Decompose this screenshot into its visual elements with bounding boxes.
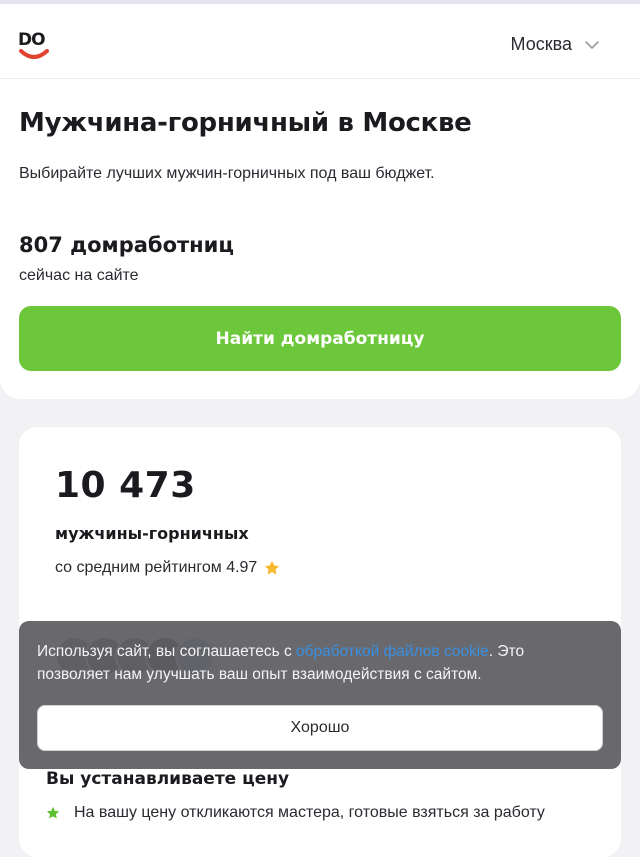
site-header: DO Москва bbox=[0, 4, 640, 79]
stats-label: мужчины-горничных bbox=[55, 524, 249, 543]
city-label: Москва bbox=[510, 34, 572, 54]
stats-rating: со средним рейтингом 4.97 bbox=[55, 559, 281, 577]
chevron-down-icon bbox=[585, 40, 599, 49]
cookie-text-before: Используя сайт, вы соглашаетесь с bbox=[37, 643, 297, 660]
rating-text: со средним рейтингом 4.97 bbox=[55, 559, 258, 576]
workers-count: 807 домработниц bbox=[19, 233, 234, 257]
cookie-text: Используя сайт, вы соглашаетесь с обрабо… bbox=[37, 640, 597, 686]
workers-count-caption: сейчас на сайте bbox=[19, 267, 139, 284]
green-star-icon bbox=[46, 806, 60, 819]
price-feature: На вашу цену откликаются мастера, готовы… bbox=[46, 804, 545, 822]
stats-number: 10 473 bbox=[55, 465, 196, 506]
city-selector[interactable]: Москва bbox=[511, 34, 600, 55]
cookie-accept-button[interactable]: Хорошо bbox=[37, 705, 603, 751]
page-subtitle: Выбирайте лучших мужчин-горничных под ва… bbox=[19, 165, 435, 182]
price-section-title: Вы устанавливаете цену bbox=[46, 769, 290, 789]
logo-text: DO bbox=[18, 30, 46, 50]
star-icon bbox=[265, 560, 280, 575]
cookie-policy-link[interactable]: обработкой файлов cookie bbox=[296, 643, 489, 660]
find-housekeeper-button[interactable]: Найти домработницу bbox=[19, 306, 621, 371]
page-title: Мужчина-горничный в Москве bbox=[19, 108, 472, 138]
site-logo[interactable]: DO bbox=[18, 30, 52, 64]
price-feature-text: На вашу цену откликаются мастера, готовы… bbox=[74, 804, 545, 821]
logo-smile-icon bbox=[19, 49, 49, 59]
cookie-banner: Используя сайт, вы соглашаетесь с обрабо… bbox=[19, 621, 621, 769]
